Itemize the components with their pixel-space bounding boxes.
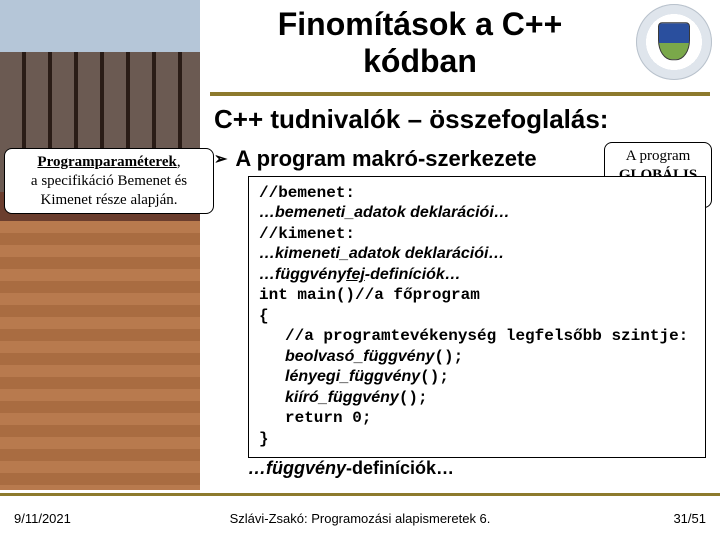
- slide: Finomítások a C++ kódban C++ tudnivalók …: [0, 0, 720, 540]
- code-l11b: ();: [399, 389, 428, 407]
- title-line-2: kódban: [363, 43, 477, 79]
- callout-left-line3: Kimenet része alapján.: [40, 192, 177, 208]
- bullet-text: A program makró-szerkezete: [235, 146, 536, 171]
- callout-right-line1: A program: [626, 148, 691, 164]
- code-l2: …bemeneti_adatok deklarációi…: [259, 204, 510, 221]
- title-line-1: Finomítások a C++: [278, 6, 563, 42]
- decorative-photo-strip: [0, 0, 200, 490]
- callout-left-bold: Programparaméterek: [37, 154, 176, 170]
- code-l7: {: [259, 307, 269, 325]
- shield-icon: [658, 22, 690, 60]
- code-l6b: //a főprogram: [355, 286, 480, 304]
- code-l10a: lényegi_függvény: [285, 368, 420, 385]
- callout-left: Programparaméterek, a specifikáció Bemen…: [4, 148, 214, 214]
- code-l8: //a programtevékenység legfelsőbb szintj…: [259, 326, 695, 346]
- code-l12: return 0;: [259, 408, 695, 428]
- code-l10b: ();: [420, 368, 449, 386]
- after-code-line: …függvény-definíciók…: [248, 458, 454, 479]
- footer-page: 31/51: [673, 511, 706, 526]
- subtitle: C++ tudnivalók – összefoglalás:: [214, 104, 710, 135]
- code-l5a: …függvény: [259, 266, 346, 283]
- bullet-line: ➢ A program makró-szerkezete: [214, 146, 537, 172]
- bullet-arrow-icon: ➢: [214, 151, 227, 168]
- code-box: //bemenet: …bemeneti_adatok deklarációi……: [248, 176, 706, 458]
- code-l1: //bemenet:: [259, 184, 355, 202]
- university-crest-icon: [636, 4, 712, 80]
- after-code-b: -definíciók…: [346, 458, 454, 478]
- after-code-a: …függvény: [248, 458, 346, 478]
- code-l9a: beolvasó_függvény: [285, 348, 434, 365]
- title-underline: [210, 92, 710, 96]
- slide-title: Finomítások a C++ kódban: [210, 6, 630, 80]
- code-l9b: ();: [434, 348, 463, 366]
- code-l4: …kimeneti_adatok deklarációi…: [259, 245, 504, 262]
- callout-left-comma: ,: [177, 154, 181, 170]
- footer-center: Szlávi-Zsakó: Programozási alapismeretek…: [0, 511, 720, 526]
- code-l5c: -definíciók…: [365, 266, 461, 283]
- code-l5b: fej: [346, 266, 365, 283]
- code-l3: //kimenet:: [259, 225, 355, 243]
- code-l13: }: [259, 430, 269, 448]
- code-l11a: kiíró_függvény: [285, 389, 399, 406]
- footer: 9/11/2021 Szlávi-Zsakó: Programozási ala…: [0, 496, 720, 540]
- code-l6a: int main(): [259, 286, 355, 304]
- callout-left-line2: a specifikáció Bemenet és: [31, 173, 187, 189]
